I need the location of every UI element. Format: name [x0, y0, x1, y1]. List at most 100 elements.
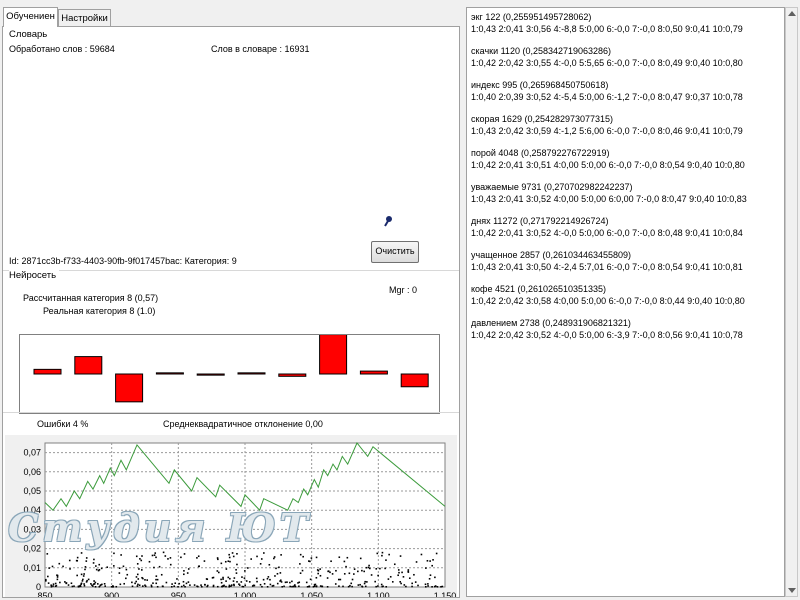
error-sample-point: [279, 572, 282, 574]
error-sample-point: [245, 580, 248, 582]
error-sample-point: [183, 553, 186, 555]
error-sample-point: [385, 585, 388, 588]
error-sample-point: [388, 553, 390, 556]
error-rate: Ошибки 4 %: [37, 419, 89, 429]
error-sample-point: [206, 584, 209, 587]
error-sample-point: [353, 573, 355, 575]
error-sample-point: [233, 583, 235, 586]
error-sample-point: [156, 585, 159, 588]
error-sample-point: [62, 565, 64, 568]
word-list-scrollbar[interactable]: [785, 7, 798, 597]
mgr-value: Mgr : 0: [389, 285, 418, 295]
error-sample-point: [167, 558, 169, 560]
error-sample-point: [351, 585, 353, 588]
error-sample-point: [228, 556, 231, 559]
output-bar-2: [74, 356, 103, 375]
error-sample-point: [428, 577, 431, 580]
error-sample-point: [100, 584, 102, 586]
error-sample-point: [330, 560, 332, 563]
error-sample-point: [137, 578, 140, 580]
error-sample-point: [185, 582, 188, 585]
error-sample-point: [122, 565, 125, 568]
error-sample-point: [176, 578, 178, 580]
error-sample-point: [269, 583, 272, 586]
error-sample-point: [228, 584, 231, 587]
error-sample-point: [220, 578, 222, 581]
error-sample-point: [405, 585, 407, 588]
error-sample-point: [161, 585, 164, 588]
word-entry-weights: 1:0,42 2:0,41 3:0,51 4:0,00 5:0,00 6:-0,…: [471, 160, 745, 170]
error-sample-point: [212, 585, 215, 588]
error-sample-point: [315, 576, 318, 579]
error-sample-point: [125, 577, 127, 580]
error-sample-point: [319, 574, 322, 577]
error-sample-point: [224, 560, 227, 563]
word-entry-header: порой 4048 (0,258792276722919): [471, 148, 610, 158]
error-sample-point: [424, 586, 427, 588]
y-tick-label: 0,05: [23, 486, 41, 496]
error-sample-point: [361, 585, 364, 588]
tab-settings[interactable]: Настройки: [58, 9, 111, 26]
current-word-id: Id: 2871cc3b-f733-4403-90fb-9f017457bac:…: [9, 256, 237, 266]
error-sample-point: [299, 563, 301, 565]
error-sample-point: [180, 585, 183, 588]
error-sample-point: [52, 583, 55, 585]
error-sample-point: [397, 574, 399, 577]
error-sample-point: [135, 555, 138, 558]
error-sample-point: [50, 584, 52, 587]
error-sample-point: [357, 570, 359, 573]
error-sample-point: [216, 585, 219, 588]
error-sample-point: [169, 563, 172, 566]
error-sample-point: [367, 566, 370, 569]
error-sample-point: [95, 565, 97, 567]
error-sample-point: [81, 580, 84, 582]
error-sample-point: [268, 563, 271, 566]
error-sample-point: [186, 572, 189, 574]
error-sample-point: [92, 583, 95, 585]
error-sample-point: [113, 552, 115, 555]
error-sample-point: [284, 581, 287, 584]
error-sample-point: [363, 570, 365, 573]
error-sample-point: [86, 579, 88, 582]
error-sample-point: [434, 585, 437, 587]
error-sample-point: [96, 583, 99, 585]
error-sample-point: [339, 578, 342, 581]
scroll-down-arrow-icon[interactable]: [788, 588, 796, 593]
word-entry-weights: 1:0,42 2:0,42 3:0,52 4:-0,0 5:0,00 6:-3,…: [471, 330, 743, 340]
error-sample-point: [67, 584, 70, 586]
error-sample-point: [319, 568, 321, 570]
error-sample-point: [262, 578, 265, 581]
error-sample-point: [200, 584, 202, 586]
scroll-up-arrow-icon[interactable]: [788, 11, 796, 16]
error-sample-point: [165, 581, 168, 584]
error-sample-point: [263, 582, 266, 585]
error-sample-point: [377, 574, 379, 577]
error-sample-point: [222, 576, 224, 579]
error-sample-point: [377, 585, 379, 587]
error-sample-point: [321, 585, 323, 588]
error-sample-point: [274, 575, 276, 577]
error-sample-point: [220, 562, 223, 565]
error-sample-point: [343, 560, 346, 563]
word-entry-weights: 1:0,43 2:0,41 3:0,50 4:-2,4 5:7,01 6:-0,…: [471, 262, 743, 272]
error-sample-point: [283, 585, 285, 588]
error-sample-point: [302, 555, 304, 558]
error-sample-point: [407, 570, 409, 573]
clear-button[interactable]: Очистить: [371, 241, 419, 263]
error-sample-point: [183, 573, 185, 576]
error-sample-point: [103, 583, 106, 585]
error-sample-point: [64, 581, 66, 583]
word-entry-header: индекс 995 (0,265968450750618): [471, 80, 609, 90]
error-sample-point: [187, 581, 190, 583]
error-sample-point: [50, 585, 53, 588]
error-sample-point: [255, 577, 258, 580]
error-sample-point: [48, 567, 50, 569]
error-sample-point: [429, 560, 431, 562]
error-sample-point: [134, 582, 136, 585]
error-sample-point: [148, 560, 151, 563]
error-sample-point: [85, 557, 88, 559]
tab-training[interactable]: Обучениен: [3, 7, 58, 27]
error-sample-point: [228, 585, 231, 588]
error-sample-point: [244, 570, 246, 572]
error-sample-point: [298, 581, 301, 584]
